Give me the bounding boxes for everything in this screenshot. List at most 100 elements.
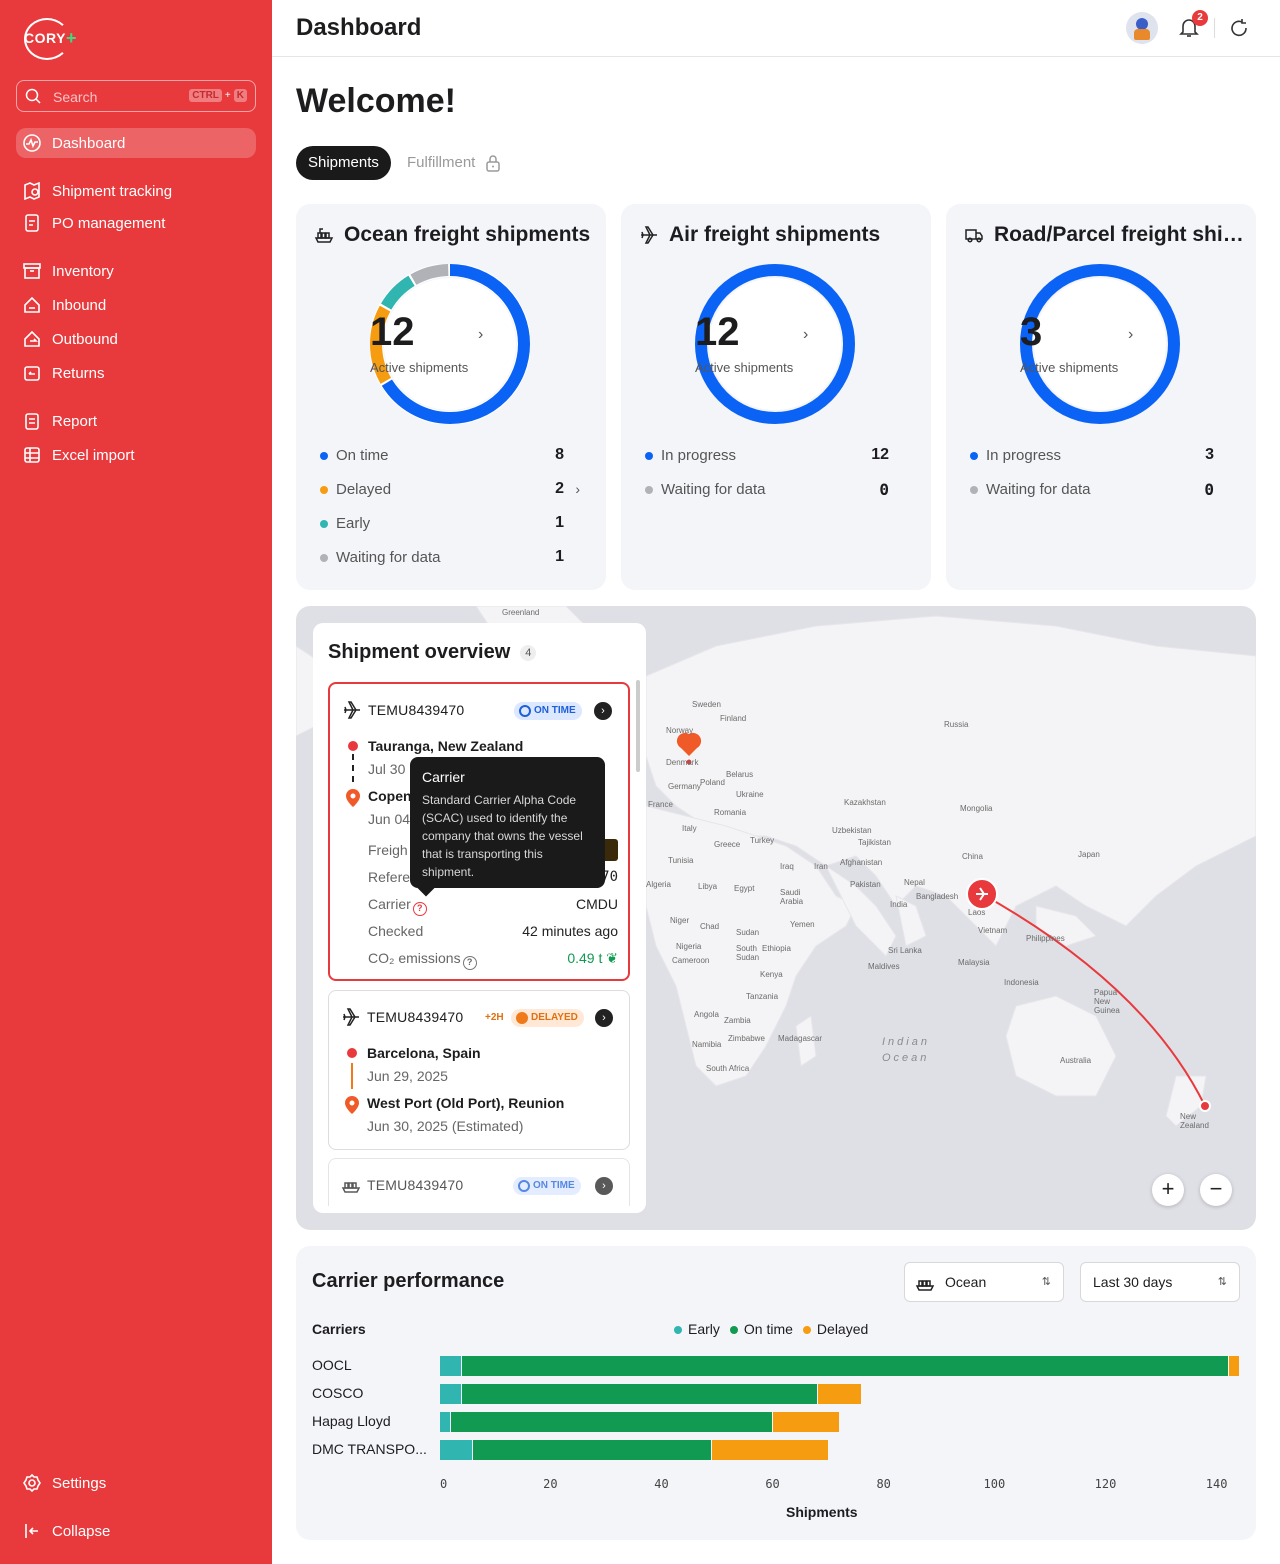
sidebar-item-returns[interactable]: Returns [16,358,256,388]
logo-text: CORY [24,30,66,46]
carriers-label: Carriers [312,1321,366,1337]
map-label: Australia [1060,1056,1092,1065]
x-tick-label: 120 [1094,1477,1117,1491]
bar-segment[interactable] [773,1412,839,1432]
tooltip-body: Standard Carrier Alpha Code (SCAC) used … [422,793,583,879]
origin-location: Barcelona, Spain [367,1045,481,1061]
sidebar-item-label: Shipment tracking [52,182,173,200]
active-label: Active shipments [695,360,794,375]
map-label: Algeria [646,880,671,889]
card-title: Road/Parcel freight shipments [964,223,1244,247]
x-tick-label: 40 [654,1477,669,1491]
sidebar-item-report[interactable]: Report [16,406,256,436]
dashboard-icon [22,133,42,153]
road-freight-card: Road/Parcel freight shipments 3 › Active… [946,204,1256,590]
bar-segment[interactable] [817,1384,862,1404]
map-label: Norway [666,726,694,735]
search-icon [25,88,41,104]
bar-segment[interactable] [462,1356,1228,1376]
road-donut-chart[interactable]: 3 › Active shipments [1020,264,1180,424]
help-icon[interactable]: ? [412,902,427,916]
help-icon[interactable]: ? [462,956,477,970]
range-select[interactable]: Last 30 days ⇅ [1080,1262,1240,1302]
sidebar-item-excel-import[interactable]: Excel import [16,440,256,470]
bar-segment[interactable] [1228,1356,1239,1376]
bar-segment[interactable] [440,1440,473,1460]
ship-icon [314,228,334,243]
x-tick-label: 0 [440,1477,448,1491]
map-label: Poland [700,778,725,787]
map-label: France [648,800,673,809]
cory-logo[interactable]: CORY + [22,16,78,62]
bar-segment[interactable] [440,1356,462,1376]
map-label: Papua New Guinea [1094,988,1120,1015]
bar-segment[interactable] [712,1440,828,1460]
open-shipment-button[interactable]: › [595,1177,613,1195]
sidebar-item-po-management[interactable]: PO management [16,208,256,238]
tab-fulfillment[interactable]: Fulfillment [407,146,501,180]
sidebar-item-dashboard[interactable]: Dashboard [16,128,256,158]
carrier-name: COSCO [312,1385,364,1401]
po-management-icon [22,213,42,233]
zoom-in-button[interactable]: + [1152,1174,1184,1206]
overview-title: Shipment overview 4 [328,641,537,664]
sidebar-item-inbound[interactable]: Inbound [16,290,256,320]
bar-segment[interactable] [440,1384,462,1404]
mode-select[interactable]: Ocean ⇅ [904,1262,1064,1302]
chevron-right-icon: › [575,481,580,497]
header-divider [1214,18,1215,38]
collapse-label: Collapse [52,1522,111,1540]
map-label: Tanzania [746,992,779,1001]
shipment-card[interactable]: TEMU8439470 ON TIME › [328,1158,630,1206]
map-label: South Africa [706,1064,750,1073]
air-donut-chart[interactable]: 12 › Active shipments [695,264,855,424]
map-label: Italy [682,824,697,833]
shipment-card[interactable]: TEMU8439470 +2H DELAYED › Barcelona, Spa… [328,990,630,1150]
map-label: Philippines [1026,934,1065,943]
map-label: Saudi Arabia [780,888,804,906]
search-input[interactable]: Search CTRL + K [16,80,256,112]
legend-delayed[interactable]: Delayed 2 › [320,480,580,500]
bar-segment[interactable] [462,1384,817,1404]
bar-segment[interactable] [440,1412,451,1432]
avatar[interactable] [1126,12,1158,44]
settings-button[interactable]: Settings [16,1468,106,1498]
outbound-icon [22,329,42,349]
select-arrows-icon: ⇅ [1217,1276,1227,1288]
destination-date: Jun 04 [368,811,411,827]
card-title: Air freight shipments [639,223,919,247]
ocean-donut-chart[interactable]: 12 › Active shipments [369,263,531,425]
chevron-right-icon: › [803,326,809,343]
origin-date: Jul 30 [368,761,406,777]
tab-shipments[interactable]: Shipments [296,146,391,180]
x-tick-label: 20 [543,1477,558,1491]
map-label: Finland [720,714,747,723]
collapse-button[interactable]: Collapse [16,1516,110,1546]
open-shipment-button[interactable]: › [595,1009,613,1027]
active-label: Active shipments [1020,360,1119,375]
bar-segment[interactable] [451,1412,773,1432]
checked-row: Checked 42 minutes ago [368,923,618,939]
sidebar-item-label: PO management [52,214,166,232]
inventory-icon [22,261,42,281]
carrier-tooltip: Carrier Standard Carrier Alpha Code (SCA… [410,757,605,897]
sidebar-item-label: Returns [52,364,105,382]
zoom-out-button[interactable]: − [1200,1174,1232,1206]
sidebar-item-shipment-tracking[interactable]: Shipment tracking [16,176,256,206]
refresh-icon[interactable] [1228,17,1252,41]
map-label: Zambia [724,1016,751,1025]
map-label: Nigeria [676,942,702,951]
open-shipment-button[interactable]: › [594,702,612,720]
carrier-name: Hapag Lloyd [312,1413,391,1429]
truck-icon [965,229,983,243]
map-label: Egypt [734,884,755,893]
bar-segment[interactable] [473,1440,712,1460]
map-label: Sweden [692,700,721,709]
overview-scrollbar[interactable] [636,680,640,772]
ocean-label: Ocean [882,1052,930,1064]
sidebar-item-outbound[interactable]: Outbound [16,324,256,354]
sidebar-item-inventory[interactable]: Inventory [16,256,256,286]
x-tick-label: 80 [876,1477,891,1491]
map-label: Libya [698,882,718,891]
map-label: Mongolia [960,804,993,813]
